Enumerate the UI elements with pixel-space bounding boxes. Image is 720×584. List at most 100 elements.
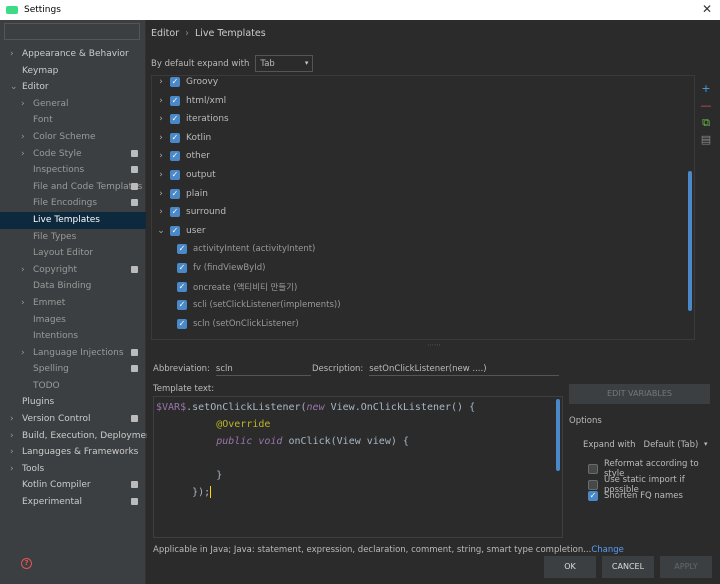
template-group[interactable]: › ✓ Groovy	[152, 76, 686, 91]
sidebar-item[interactable]: Data Binding	[0, 278, 146, 295]
change-contexts-link[interactable]: Change	[591, 545, 624, 555]
help-icon[interactable]: ?	[21, 558, 32, 569]
chevron-right-icon[interactable]: ›	[21, 146, 25, 163]
template-item[interactable]: ✓ activityIntent (activityIntent)	[152, 240, 686, 258]
template-group[interactable]: › ✓ plain	[152, 185, 686, 203]
template-checkbox[interactable]: ✓	[170, 170, 180, 180]
template-checkbox[interactable]: ✓	[177, 263, 187, 273]
template-checkbox[interactable]: ✓	[170, 188, 180, 199]
sidebar-item[interactable]: Inspections	[0, 162, 146, 179]
sidebar-item[interactable]: Font	[0, 112, 146, 129]
chevron-down-icon[interactable]: ⌄	[10, 79, 18, 96]
sidebar-item[interactable]: › Build, Execution, Deployment	[0, 428, 155, 445]
template-item[interactable]: ✓ scln (setOnClickListener)	[152, 315, 686, 333]
chevron-right-icon[interactable]: ›	[10, 444, 14, 461]
chevron-right-icon[interactable]: ›	[155, 151, 167, 161]
sidebar-item[interactable]: File Types	[0, 229, 146, 246]
template-checkbox[interactable]: ✓	[170, 225, 180, 236]
chevron-right-icon[interactable]: ›	[155, 207, 167, 217]
chevron-right-icon[interactable]: ›	[10, 461, 14, 478]
breadcrumb-editor[interactable]: Editor	[151, 28, 179, 39]
sidebar-item[interactable]: Live Templates	[0, 211, 146, 229]
chevron-right-icon[interactable]: ›	[10, 428, 14, 445]
cancel-button[interactable]: CANCEL	[602, 556, 654, 578]
template-checkbox[interactable]: ✓	[177, 300, 187, 311]
close-window-icon[interactable]: ✕	[702, 2, 712, 16]
template-group[interactable]: › ✓ other	[152, 147, 686, 165]
template-group[interactable]: › ✓ surround	[152, 203, 686, 221]
chevron-right-icon[interactable]: ›	[21, 129, 25, 146]
chevron-right-icon[interactable]: ›	[155, 133, 167, 143]
abbreviation-input[interactable]	[215, 362, 311, 376]
apply-button[interactable]: APPLY	[660, 556, 712, 578]
shorten-fq-checkbox[interactable]: ✓	[588, 491, 598, 501]
edit-variables-button[interactable]: EDIT VARIABLES	[569, 384, 710, 404]
sidebar-item[interactable]: › Code Style	[0, 146, 146, 163]
sidebar-item[interactable]: Experimental	[0, 494, 146, 511]
remove-icon[interactable]: —	[699, 97, 713, 114]
template-checkbox[interactable]: ✓	[177, 244, 187, 255]
chevron-right-icon[interactable]: ›	[10, 46, 14, 63]
add-icon[interactable]: +	[699, 80, 713, 97]
chevron-right-icon[interactable]: ›	[21, 295, 25, 312]
sidebar-item[interactable]: › Emmet	[0, 295, 146, 312]
sidebar-item[interactable]: › Languages & Frameworks	[0, 444, 146, 461]
chevron-right-icon[interactable]: ›	[21, 262, 25, 279]
template-text-editor[interactable]: $VAR$.setOnClickListener(new View.OnClic…	[153, 396, 563, 538]
template-checkbox[interactable]: ✓	[170, 132, 180, 143]
options-expand-combo[interactable]: Default (Tab) ▾	[642, 438, 710, 452]
sidebar-item[interactable]: › Appearance & Behavior	[0, 46, 146, 63]
sidebar-item[interactable]: Intentions	[0, 328, 146, 345]
template-item[interactable]: ✓ fv (findViewById)	[152, 259, 686, 277]
sidebar-item[interactable]: Spelling	[0, 361, 146, 378]
sidebar-item[interactable]: › General	[0, 96, 146, 113]
template-group[interactable]: › ✓ html/xml	[152, 92, 686, 110]
template-list-scrollbar[interactable]	[688, 171, 692, 311]
template-group[interactable]: › ✓ output	[152, 166, 686, 184]
template-checkbox[interactable]: ✓	[170, 77, 180, 87]
chevron-right-icon[interactable]: ›	[155, 114, 167, 124]
sidebar-item[interactable]: Kotlin Compiler	[0, 477, 146, 494]
sidebar-item[interactable]: File Encodings	[0, 195, 146, 212]
template-group[interactable]: ⌄ ✓ user	[152, 222, 686, 240]
template-checkbox[interactable]: ✓	[170, 207, 180, 218]
template-checkbox[interactable]: ✓	[170, 95, 180, 106]
sidebar-item[interactable]: › Version Control	[0, 411, 146, 428]
editor-scrollbar[interactable]	[556, 399, 560, 471]
chevron-right-icon[interactable]: ›	[155, 189, 167, 199]
sidebar-item[interactable]: › Language Injections	[0, 345, 146, 362]
reformat-checkbox[interactable]	[588, 464, 598, 474]
sidebar-item[interactable]: Images	[0, 312, 146, 329]
sidebar-item[interactable]: › Copyright	[0, 262, 146, 279]
chevron-right-icon[interactable]: ›	[10, 411, 14, 428]
sidebar-item[interactable]: File and Code Templates	[0, 179, 146, 196]
template-checkbox[interactable]: ✓	[177, 318, 187, 329]
default-expand-combo[interactable]: Tab ▾	[255, 55, 314, 72]
sidebar-item[interactable]: Plugins	[0, 394, 146, 411]
splitter-handle[interactable]: ⋯⋯	[427, 341, 441, 349]
template-group[interactable]: › ✓ iterations	[152, 110, 686, 128]
template-item[interactable]: ✓ oncreate (액티비티 만들기)	[152, 278, 686, 296]
template-group[interactable]: › ✓ Kotlin	[152, 129, 686, 147]
template-checkbox[interactable]: ✓	[170, 114, 180, 125]
chevron-right-icon[interactable]: ›	[155, 77, 167, 87]
sidebar-item[interactable]: › Tools	[0, 461, 146, 478]
sidebar-item[interactable]: Layout Editor	[0, 245, 146, 262]
restore-defaults-icon[interactable]: ▤	[699, 131, 713, 148]
sidebar-item[interactable]: Keymap	[0, 63, 146, 80]
shorten-fq-option[interactable]: ✓ Shorten FQ names	[588, 491, 683, 501]
description-input[interactable]	[369, 362, 560, 376]
copy-icon[interactable]: ⧉	[699, 114, 713, 131]
template-checkbox[interactable]: ✓	[170, 151, 180, 162]
ok-button[interactable]: OK	[544, 556, 596, 578]
static-import-checkbox[interactable]	[588, 480, 598, 490]
chevron-right-icon[interactable]: ›	[155, 96, 167, 106]
sidebar-item[interactable]: TODO	[0, 378, 146, 395]
sidebar-item[interactable]: › Color Scheme	[0, 129, 146, 146]
chevron-right-icon[interactable]: ›	[21, 96, 25, 113]
chevron-right-icon[interactable]: ›	[21, 345, 25, 362]
sidebar-item[interactable]: ⌄ Editor	[0, 79, 146, 96]
template-checkbox[interactable]: ✓	[177, 281, 187, 292]
chevron-right-icon[interactable]: ›	[155, 170, 167, 180]
settings-search-input[interactable]	[4, 23, 140, 40]
